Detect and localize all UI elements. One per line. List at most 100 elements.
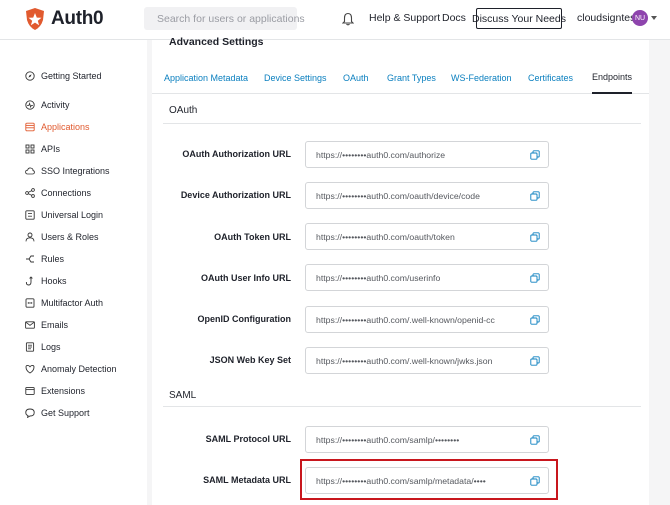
- openid-configuration-label: OpenID Configuration: [197, 314, 292, 324]
- sidebar-item-label: Applications: [41, 122, 90, 132]
- sidebar-item-getting-started[interactable]: Getting Started: [25, 71, 102, 81]
- sidebar-item-label: Activity: [41, 100, 70, 110]
- sidebar-item-rules[interactable]: Rules: [25, 254, 64, 264]
- copy-icon[interactable]: [530, 273, 540, 283]
- mfa-icon: [25, 298, 35, 308]
- divider: [163, 406, 641, 407]
- sidebar-item-apis[interactable]: APIs: [25, 144, 60, 154]
- auth0-logo[interactable]: Auth0: [24, 7, 104, 31]
- sidebar-item-sso-integrations[interactable]: SSO Integrations: [25, 166, 110, 176]
- search-placeholder: Search for users or applications: [157, 12, 305, 25]
- api-icon: [25, 144, 35, 154]
- main-content: Advanced Settings Application Metadata D…: [147, 36, 670, 505]
- sso-icon: [25, 167, 35, 175]
- docs-link[interactable]: Docs: [442, 12, 466, 24]
- sidebar-item-label: Get Support: [41, 408, 90, 418]
- oauth-user-info-url-label: OAuth User Info URL: [201, 273, 291, 283]
- sidebar: Getting Started Activity Applications AP…: [0, 40, 147, 505]
- applications-icon: [25, 122, 35, 132]
- sidebar-item-label: Anomaly Detection: [41, 364, 117, 374]
- tenant-name[interactable]: cloudsigntest: [577, 12, 638, 24]
- anomaly-icon: [25, 364, 35, 374]
- copy-icon[interactable]: [530, 315, 540, 325]
- sidebar-item-multifactor-auth[interactable]: Multifactor Auth: [25, 298, 103, 308]
- sidebar-item-label: Emails: [41, 320, 69, 330]
- tab-device-settings[interactable]: Device Settings: [264, 62, 327, 94]
- sidebar-item-extensions[interactable]: Extensions: [25, 386, 85, 396]
- saml-metadata-url-label: SAML Metadata URL: [203, 475, 291, 485]
- json-web-key-set-label: JSON Web Key Set: [209, 355, 291, 365]
- tab-ws-federation[interactable]: WS-Federation: [451, 62, 512, 94]
- chevron-down-icon[interactable]: [651, 16, 657, 20]
- tab-certificates[interactable]: Certificates: [528, 62, 573, 94]
- sidebar-item-emails[interactable]: Emails: [25, 320, 68, 330]
- tab-oauth[interactable]: OAuth: [343, 62, 369, 94]
- search-input[interactable]: Search for users or applications: [144, 7, 305, 30]
- sidebar-item-label: Universal Login: [41, 210, 104, 220]
- sidebar-item-get-support[interactable]: Get Support: [25, 408, 90, 418]
- copy-icon[interactable]: [530, 435, 540, 445]
- sidebar-item-label: Getting Started: [41, 71, 102, 81]
- device-authorization-url-label: Device Authorization URL: [180, 190, 291, 200]
- top-header: Auth0 Search for users or applications H…: [0, 0, 670, 40]
- copy-icon[interactable]: [530, 150, 540, 160]
- sidebar-item-label: Extensions: [41, 386, 86, 396]
- oauth-authorization-url-field[interactable]: https://••••••••auth0.com/authorize: [305, 141, 549, 168]
- sidebar-item-connections[interactable]: Connections: [25, 188, 91, 198]
- activity-icon: [25, 100, 35, 110]
- field-value: https://••••••••auth0.com/oauth/token: [316, 232, 455, 242]
- field-value: https://••••••••auth0.com/oauth/device/c…: [316, 191, 480, 201]
- hooks-icon: [25, 276, 33, 286]
- json-web-key-set-field[interactable]: https://••••••••auth0.com/.well-known/jw…: [305, 347, 549, 374]
- field-value: https://••••••••auth0.com/authorize: [316, 150, 446, 160]
- sidebar-item-label: SSO Integrations: [41, 166, 110, 176]
- extensions-icon: [25, 387, 35, 395]
- tab-application-metadata[interactable]: Application Metadata: [164, 62, 248, 94]
- field-value: https://••••••••auth0.com/.well-known/op…: [316, 315, 495, 325]
- sidebar-item-label: Multifactor Auth: [41, 298, 104, 308]
- copy-icon[interactable]: [530, 191, 540, 201]
- oauth-user-info-url-field[interactable]: https://••••••••auth0.com/userinfo: [305, 264, 549, 291]
- saml-protocol-url-field[interactable]: https://••••••••auth0.com/samlp/••••••••: [305, 426, 549, 453]
- compass-icon: [25, 71, 35, 81]
- sidebar-item-users-roles[interactable]: Users & Roles: [25, 232, 99, 242]
- discuss-needs-button[interactable]: Discuss Your Needs: [472, 8, 566, 29]
- sidebar-item-universal-login[interactable]: Universal Login: [25, 210, 103, 220]
- logo-text: Auth0: [51, 8, 104, 29]
- sidebar-item-applications[interactable]: Applications: [25, 122, 90, 132]
- sidebar-item-label: Users & Roles: [41, 232, 99, 242]
- field-value: https://••••••••auth0.com/samlp/••••••••: [316, 435, 460, 445]
- help-support-link[interactable]: Help & Support: [369, 12, 440, 24]
- email-icon: [25, 321, 35, 329]
- device-authorization-url-field[interactable]: https://••••••••auth0.com/oauth/device/c…: [305, 182, 549, 209]
- copy-icon[interactable]: [530, 356, 540, 366]
- logs-icon: [25, 342, 35, 352]
- sidebar-item-label: Connections: [41, 188, 92, 198]
- oauth-token-url-field[interactable]: https://••••••••auth0.com/oauth/token: [305, 223, 549, 250]
- field-value: https://••••••••auth0.com/userinfo: [316, 273, 441, 283]
- copy-icon[interactable]: [530, 232, 540, 242]
- notifications-bell-icon[interactable]: [342, 12, 354, 26]
- login-icon: [25, 210, 35, 220]
- oauth-authorization-url-label: OAuth Authorization URL: [182, 149, 291, 159]
- saml-protocol-url-label: SAML Protocol URL: [205, 434, 291, 444]
- sidebar-item-activity[interactable]: Activity: [25, 100, 70, 110]
- openid-configuration-field[interactable]: https://••••••••auth0.com/.well-known/op…: [305, 306, 549, 333]
- sidebar-item-logs[interactable]: Logs: [25, 342, 61, 352]
- connections-icon: [25, 188, 35, 198]
- sidebar-item-anomaly-detection[interactable]: Anomaly Detection: [25, 364, 117, 374]
- sidebar-item-label: Rules: [41, 254, 65, 264]
- support-icon: [25, 408, 35, 418]
- oauth-section-title: OAuth: [169, 105, 198, 116]
- settings-tabs: Application Metadata Device Settings OAu…: [152, 62, 649, 94]
- auth0-shield-icon: [26, 8, 44, 30]
- avatar[interactable]: NU: [632, 10, 648, 26]
- sidebar-item-hooks[interactable]: Hooks: [25, 276, 67, 286]
- page-title: Advanced Settings: [169, 36, 264, 48]
- rules-icon: [26, 255, 34, 263]
- tab-grant-types[interactable]: Grant Types: [387, 62, 436, 94]
- saml-section-title: SAML: [169, 390, 197, 401]
- sidebar-item-label: Hooks: [41, 276, 67, 286]
- sidebar-item-label: Logs: [41, 342, 61, 352]
- tab-endpoints[interactable]: Endpoints: [592, 62, 633, 94]
